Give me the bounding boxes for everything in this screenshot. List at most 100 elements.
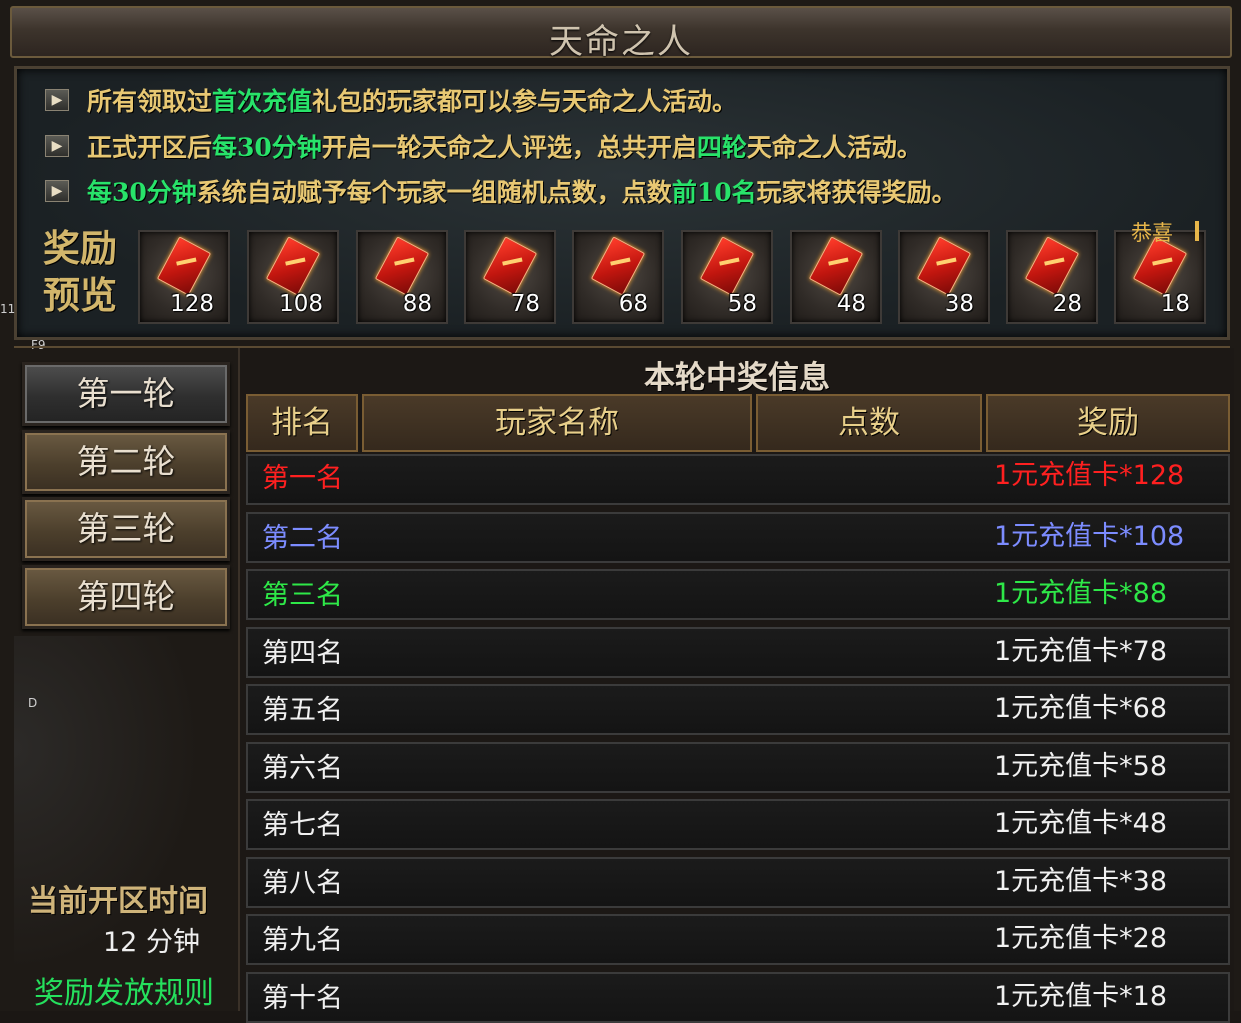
- rank-cell: 第三名: [262, 580, 343, 611]
- prize-cell: 1元充值卡*88: [994, 578, 1168, 609]
- red-recharge-card-icon: [156, 236, 212, 296]
- table-row: 第三名 1元充值卡*88: [246, 569, 1230, 620]
- title-bar: 天命之人: [10, 6, 1232, 62]
- rank-cell: 第五名: [262, 695, 343, 726]
- rank-cell: 第四名: [262, 637, 343, 669]
- table-row: 第二名 1元充值卡*108: [246, 511, 1230, 563]
- table-row: 第五名 1元充值卡*68: [246, 684, 1230, 735]
- side-tag: 11: [0, 302, 16, 316]
- red-recharge-card-icon: [699, 236, 755, 296]
- reward-amount: 18: [1160, 291, 1190, 317]
- reward-amount: 68: [618, 291, 648, 317]
- side-tag: D: [28, 696, 38, 710]
- reward-preview-label-line1: 奖励: [43, 226, 117, 270]
- reward-amount: 28: [1052, 291, 1082, 317]
- rank-cell: 第十名: [262, 982, 343, 1014]
- reward-slot[interactable]: 28: [1006, 230, 1098, 324]
- rule-segment: 礼包的玩家都可以参与天命之人活动。: [312, 87, 738, 116]
- rule-text: 正式开区后每30分钟开启一轮天命之人评选，总共开启四轮天命之人活动。: [87, 128, 922, 164]
- reward-slot[interactable]: 128: [138, 230, 230, 324]
- prize-cell: 1元充值卡*18: [994, 980, 1168, 1012]
- rule-segment: 系统自动赋予每个玩家一组随机点数，点数: [196, 178, 672, 207]
- rule-highlight: 每30分钟: [212, 133, 322, 162]
- rule-highlight: 四轮: [696, 133, 747, 162]
- rule-segment: 天命之人活动。: [746, 133, 922, 162]
- rule-segment: 所有领取过: [87, 87, 213, 116]
- prize-cell: 1元充值卡*68: [994, 693, 1168, 724]
- table-row: 第七名 1元充值卡*48: [246, 799, 1230, 850]
- rule-segment: 开启一轮天命之人评选，总共开启: [321, 133, 697, 162]
- congrats-text: 恭喜: [1131, 221, 1173, 245]
- reward-amount: 88: [402, 291, 432, 317]
- table-row: 第六名 1元充值卡*58: [246, 741, 1230, 793]
- reward-amount: 128: [170, 291, 214, 317]
- rank-cell: 第六名: [262, 752, 343, 784]
- reward-preview-label: 奖励 预览: [43, 225, 125, 319]
- round-4-tab[interactable]: 第四轮: [22, 565, 230, 629]
- rank-cell: 第九名: [262, 925, 343, 956]
- red-recharge-card-icon: [916, 236, 972, 296]
- reward-amount: 58: [727, 291, 757, 317]
- round-3-tab[interactable]: 第三轮: [22, 497, 230, 561]
- prize-cell: 1元充值卡*128: [994, 460, 1185, 491]
- prize-cell: 1元充值卡*38: [994, 865, 1168, 897]
- red-recharge-card-icon: [1024, 236, 1080, 296]
- round-2-tab[interactable]: 第二轮: [22, 430, 230, 494]
- red-recharge-card-icon: [590, 236, 646, 296]
- red-recharge-card-icon: [808, 236, 864, 296]
- bullet-arrow-icon: ▶: [45, 180, 69, 202]
- rule-highlight: 首次充值: [212, 87, 313, 116]
- round-tab-label: 第三轮: [76, 509, 176, 548]
- reward-amount: 108: [279, 291, 323, 317]
- rule-item: ▶ 每30分钟系统自动赋予每个玩家一组随机点数，点数前10名玩家将获得奖励。: [45, 174, 957, 208]
- prize-cell: 1元充值卡*28: [994, 923, 1168, 954]
- rule-text: 所有领取过首次充值礼包的玩家都可以参与天命之人活动。: [87, 82, 737, 118]
- prize-cell: 1元充值卡*58: [994, 750, 1168, 782]
- table-row: 第八名 1元充值卡*38: [246, 856, 1230, 908]
- column-header-points: 点数: [756, 394, 982, 452]
- bullet-arrow-icon: ▶: [45, 135, 69, 157]
- prize-cell: 1元充值卡*78: [994, 635, 1168, 667]
- winners-panel: 本轮中奖信息 排名 玩家名称 点数 奖励 第一名 1元充值卡*128 第二名 1元充值…: [238, 348, 1234, 1023]
- column-header-rank: 排名: [246, 394, 358, 452]
- rank-cell: 第二名: [262, 522, 343, 554]
- table-row: 第十名 1元充值卡*18: [246, 971, 1230, 1023]
- red-recharge-card-icon: [374, 236, 430, 296]
- rank-cell: 第七名: [262, 810, 343, 841]
- open-time-label: 当前开区时间: [28, 884, 208, 919]
- reward-slot[interactable]: 68: [572, 230, 664, 324]
- reward-slot[interactable]: 78: [464, 230, 556, 324]
- rule-text: 每30分钟系统自动赋予每个玩家一组随机点数，点数前10名玩家将获得奖励。: [87, 173, 957, 209]
- open-time-value: 12 分钟: [103, 927, 200, 958]
- round-tab-label: 第四轮: [76, 577, 176, 616]
- reward-amount: 48: [836, 291, 866, 317]
- round-tab-label: 第一轮: [76, 374, 176, 413]
- reward-rules-link[interactable]: 奖励发放规则: [34, 968, 214, 1012]
- rank-cell: 第一名: [262, 463, 343, 494]
- table-row: 第四名 1元充值卡*78: [246, 626, 1230, 678]
- rule-item: ▶ 所有领取过首次充值礼包的玩家都可以参与天命之人活动。: [45, 83, 737, 117]
- prize-cell: 1元充值卡*48: [994, 808, 1168, 839]
- rank-cell: 第八名: [262, 867, 343, 899]
- rule-item: ▶ 正式开区后每30分钟开启一轮天命之人评选，总共开启四轮天命之人活动。: [45, 129, 922, 163]
- winners-heading: 本轮中奖信息: [644, 360, 830, 396]
- rule-segment: 玩家将获得奖励。: [756, 178, 957, 207]
- rules-panel: ▶ 所有领取过首次充值礼包的玩家都可以参与天命之人活动。 ▶ 正式开区后每30分…: [14, 66, 1230, 340]
- reward-slot[interactable]: 88: [356, 230, 448, 324]
- reward-amount: 38: [944, 291, 974, 317]
- round-tab-label: 第二轮: [76, 442, 176, 481]
- column-header-reward: 奖励: [986, 394, 1230, 452]
- reward-amount: 78: [510, 291, 540, 317]
- event-window: 天命之人 ▶ 所有领取过首次充值礼包的玩家都可以参与天命之人活动。 ▶ 正式开区…: [0, 0, 1241, 1023]
- rule-highlight: 前10名: [671, 178, 757, 207]
- table-row: 第九名 1元充值卡*28: [246, 914, 1230, 965]
- bullet-arrow-icon: ▶: [45, 89, 69, 111]
- reward-slot[interactable]: 58: [681, 230, 773, 324]
- reward-slot[interactable]: 38: [898, 230, 990, 324]
- round-1-tab[interactable]: 第一轮: [22, 362, 230, 426]
- prize-cell: 1元充值卡*108: [994, 520, 1185, 552]
- red-recharge-card-icon: [265, 236, 321, 296]
- reward-slot[interactable]: 48: [790, 230, 882, 324]
- congrats-marker: [1195, 221, 1199, 241]
- reward-slot[interactable]: 108: [247, 230, 339, 324]
